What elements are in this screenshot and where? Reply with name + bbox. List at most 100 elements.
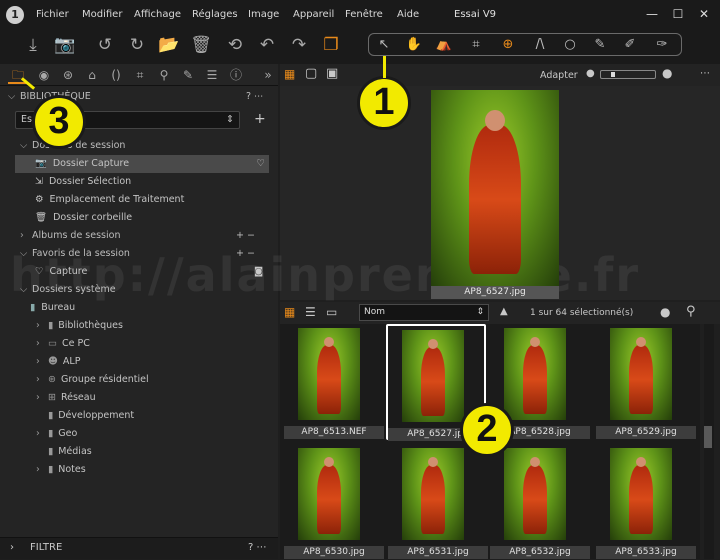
- grid-view-icon[interactable]: ▦: [284, 67, 295, 81]
- tab-output-icon[interactable]: ☰: [202, 66, 222, 84]
- menu-image[interactable]: Image: [248, 9, 279, 20]
- tab-color-icon[interactable]: ⊛: [58, 66, 78, 84]
- sort-direction-icon[interactable]: ▲: [500, 306, 508, 317]
- annotation-pointer: [383, 56, 386, 78]
- import-icon[interactable]: ⤓: [20, 33, 46, 57]
- rotate-right-icon[interactable]: ↻: [124, 33, 150, 57]
- folder-reseau[interactable]: › ⊞ Réseau: [0, 389, 278, 407]
- search-icon[interactable]: ⚲: [686, 304, 696, 319]
- thumbnail[interactable]: AP8_6530.jpg: [284, 444, 384, 560]
- folder-geo[interactable]: › ▮ Geo: [0, 425, 278, 443]
- trash-icon: 🗑: [35, 212, 48, 223]
- filter-panel-header[interactable]: › FILTRE? ⋯: [0, 537, 278, 559]
- pan-hand-icon[interactable]: ✋: [402, 36, 426, 54]
- thumbnail[interactable]: AP8_6529.jpg: [596, 324, 696, 440]
- folder-output[interactable]: ⚙ Emplacement de Traitement: [0, 191, 278, 209]
- maximize-button[interactable]: ☐: [670, 6, 686, 22]
- app-logo-icon[interactable]: 1: [6, 6, 24, 24]
- camera-capture-icon[interactable]: 📷: [52, 33, 78, 57]
- multi-view-icon[interactable]: ▣: [326, 66, 338, 81]
- rotate-tool-icon[interactable]: ⊕: [496, 36, 520, 54]
- folder-ce-pc[interactable]: › ▭ Ce PC: [0, 335, 278, 353]
- tab-metadata-icon[interactable]: ⓘ: [226, 66, 246, 84]
- loupe-icon[interactable]: ⛺: [432, 36, 456, 54]
- network-icon: ⊞: [48, 392, 56, 403]
- redo-icon[interactable]: ↷: [286, 33, 312, 57]
- tab-details-icon[interactable]: ⚲: [154, 66, 174, 84]
- filter-caret-icon: ›: [10, 542, 14, 553]
- folder-icon: ▮: [48, 320, 54, 331]
- undo-icon[interactable]: ↶: [254, 33, 280, 57]
- annotation-badge-3: 3: [32, 95, 86, 149]
- folder-capture[interactable]: 📷 Dossier Capture ♡: [15, 155, 269, 173]
- folder-bibliotheques[interactable]: › ▮ Bibliothèques: [0, 317, 278, 335]
- rotate-left-icon[interactable]: ↺: [92, 33, 118, 57]
- folder-icon: ▮: [48, 410, 54, 421]
- thumbnail[interactable]: AP8_6533.jpg: [596, 444, 696, 560]
- annotation-badge-2: 2: [460, 403, 514, 457]
- thumbnail-grid-icon[interactable]: ▦: [284, 305, 295, 319]
- scrollbar-thumb[interactable]: [704, 426, 712, 448]
- menu-appareil[interactable]: Appareil: [293, 9, 334, 20]
- albums-header[interactable]: › Albums de session + −: [0, 227, 278, 245]
- main-image-label: AP8_6527.jpg: [431, 286, 559, 299]
- folder-selection[interactable]: ⇲ Dossier Sélection: [0, 173, 278, 191]
- user-large-icon: ●: [662, 66, 673, 80]
- viewer-menu-icon[interactable]: ⋯: [700, 68, 710, 79]
- user-icon: ●: [660, 305, 671, 319]
- main-image[interactable]: [431, 90, 559, 286]
- folder-medias[interactable]: ▮ Médias: [0, 443, 278, 461]
- heart-icon[interactable]: ♡: [256, 155, 265, 173]
- trash-icon[interactable]: 🗑: [188, 33, 214, 57]
- minimize-button[interactable]: —: [644, 6, 660, 22]
- menu-aide[interactable]: Aide: [397, 9, 419, 20]
- tab-exposure-icon[interactable]: ⌂: [82, 66, 102, 84]
- tab-composition-icon[interactable]: ⌗: [130, 66, 150, 84]
- tab-local-adjust-icon[interactable]: ✎: [178, 66, 198, 84]
- folder-icon: ▮: [30, 302, 36, 313]
- undo-all-icon[interactable]: ⟲: [222, 33, 248, 57]
- camera-icon: 📷: [35, 158, 47, 169]
- window-title: Essai V9: [454, 9, 497, 20]
- menu-fenetre[interactable]: Fenêtre: [345, 9, 383, 20]
- thumbnail[interactable]: AP8_6532.jpg: [490, 444, 590, 560]
- tab-capture-icon[interactable]: ◉: [34, 66, 54, 84]
- close-button[interactable]: ✕: [696, 6, 712, 22]
- single-view-icon[interactable]: ▢: [305, 66, 317, 81]
- brush-icon[interactable]: ✎: [588, 36, 612, 54]
- user-icon: ☻: [48, 356, 58, 367]
- computer-icon: ▭: [48, 338, 57, 349]
- list-view-icon[interactable]: ☰: [305, 305, 316, 319]
- sort-select[interactable]: Nom ⇕: [359, 304, 489, 321]
- user-icon: ●: [586, 68, 595, 79]
- menu-fichier[interactable]: Fichier: [36, 9, 69, 20]
- menu-modifier[interactable]: Modifier: [82, 9, 122, 20]
- move-to-folder-icon[interactable]: 📂: [156, 33, 182, 57]
- thumbnail[interactable]: AP8_6513.NEF: [284, 324, 384, 440]
- annotate-icon[interactable]: ✑: [650, 36, 674, 54]
- zoom-slider[interactable]: [600, 70, 656, 79]
- variants-icon[interactable]: ❐: [318, 33, 344, 57]
- fit-zoom-label: Adapter: [540, 70, 578, 81]
- folder-notes[interactable]: › ▮ Notes: [0, 461, 278, 479]
- annotation-badge-1: 1: [357, 76, 411, 130]
- homegroup-icon: ⊛: [48, 374, 56, 385]
- folder-groupe[interactable]: › ⊛ Groupe résidentiel: [0, 371, 278, 389]
- circle-spot-icon[interactable]: ○: [558, 36, 582, 54]
- folder-alp[interactable]: › ☻ ALP: [0, 353, 278, 371]
- menu-reglages[interactable]: Réglages: [192, 9, 238, 20]
- filmstrip-icon[interactable]: ▭: [326, 305, 337, 319]
- thumbnail[interactable]: AP8_6531.jpg: [388, 444, 488, 560]
- folder-developpement[interactable]: ▮ Développement: [0, 407, 278, 425]
- keystone-icon[interactable]: /\: [528, 36, 552, 54]
- add-session-icon[interactable]: +: [254, 111, 266, 127]
- select-cursor-icon[interactable]: ↖: [372, 36, 396, 54]
- more-tabs-icon[interactable]: »: [258, 66, 278, 84]
- eyedropper-icon[interactable]: ✐: [618, 36, 642, 54]
- crop-icon[interactable]: ⌗: [464, 36, 488, 54]
- menu-affichage[interactable]: Affichage: [134, 9, 181, 20]
- folder-icon: ▮: [48, 446, 54, 457]
- gear-icon: ⚙: [35, 194, 44, 205]
- tab-lens-icon[interactable]: (): [106, 66, 126, 84]
- folder-trash[interactable]: 🗑 Dossier corbeille: [0, 209, 278, 227]
